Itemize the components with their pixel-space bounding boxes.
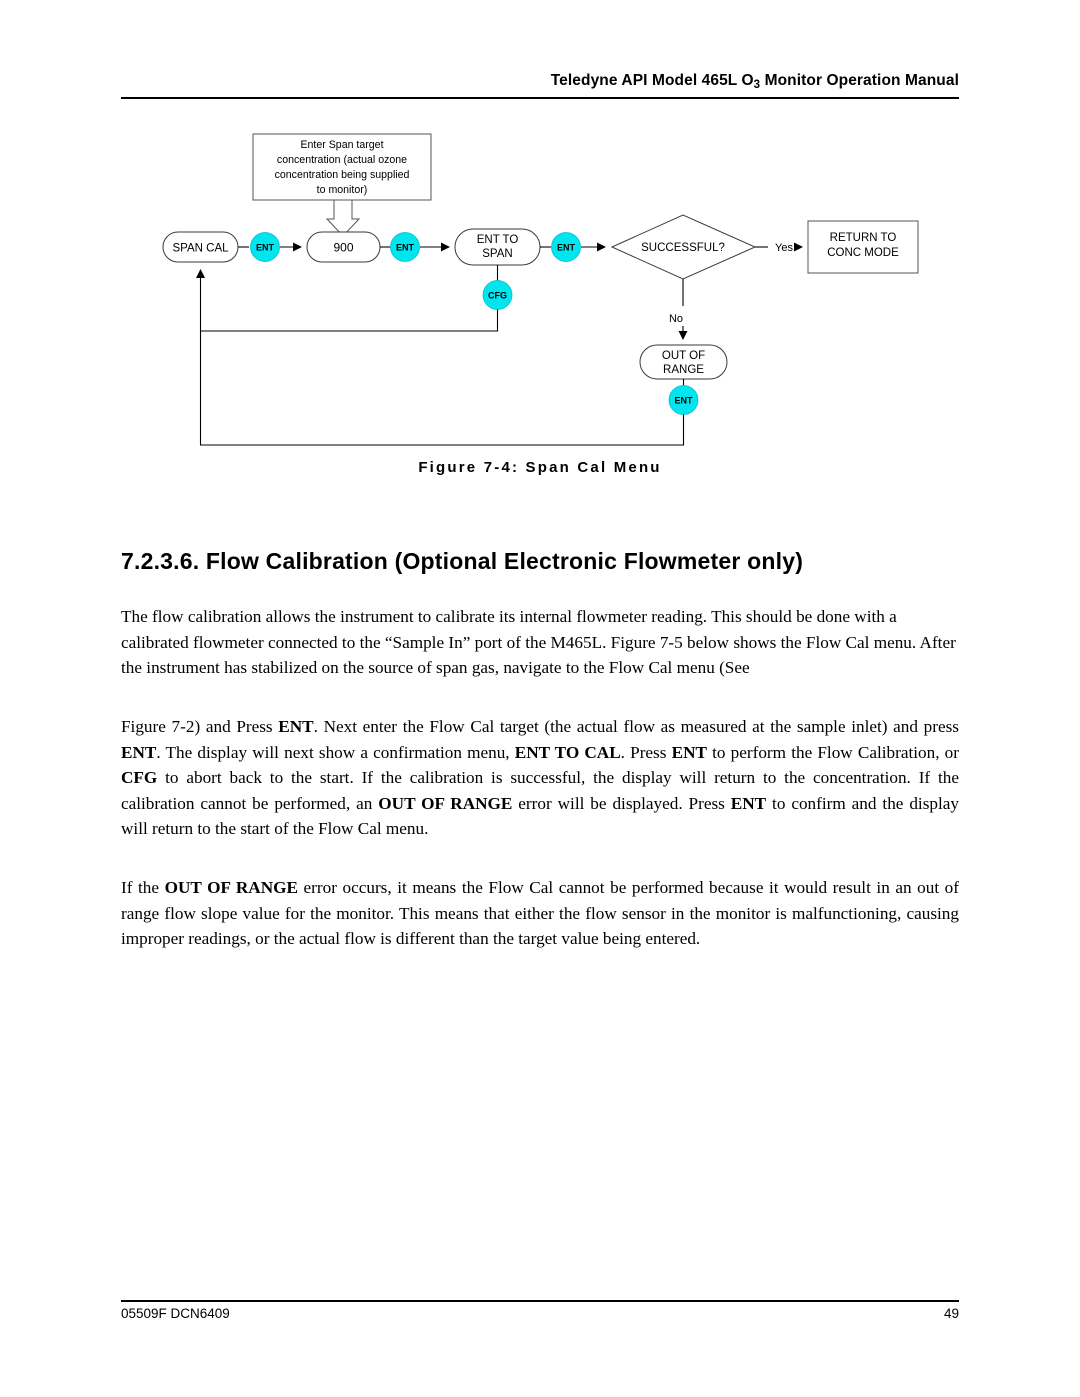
edge-cfg-loopback xyxy=(200,309,499,332)
p2-b3: ENT TO CAL xyxy=(514,742,621,762)
node-return-to-conc-mode: RETURN TO CONC MODE xyxy=(807,220,919,274)
paragraph-1-text: The flow calibration allows the instrume… xyxy=(121,607,956,678)
p2-b7: ENT xyxy=(730,793,767,813)
p2-t3: . The display will next show a confirmat… xyxy=(156,742,515,762)
p2-t1: Figure 7-2) and Press xyxy=(121,717,279,736)
node-return-to-conc-mode-line-1: RETURN TO xyxy=(830,232,897,244)
p2-b5: CFG xyxy=(121,768,158,788)
header-title: Teledyne API Model 465L O3 Monitor Opera… xyxy=(550,72,959,91)
key-ent-4: ENT xyxy=(668,385,699,415)
page-header: Teledyne API Model 465L O3 Monitor Opera… xyxy=(121,72,959,98)
edge-ent-loopback xyxy=(196,269,685,446)
edge-label-no: No xyxy=(669,313,683,325)
key-cfg-label: CFG xyxy=(488,291,507,301)
callout-block-arrow-icon xyxy=(325,199,361,237)
footer-divider xyxy=(121,1300,959,1302)
key-ent-2-label: ENT xyxy=(396,243,415,253)
node-successful-decision: SUCCESSFUL? xyxy=(610,214,757,280)
p2-b6: OUT OF RANGE xyxy=(378,793,513,813)
edge-label-yes: Yes xyxy=(775,242,793,254)
key-ent-2: ENT xyxy=(390,232,420,262)
p2-t5: to perform the Flow Calibration, or xyxy=(706,742,960,762)
node-span-target-value: 900 xyxy=(306,231,381,263)
key-ent-4-label: ENT xyxy=(675,396,694,406)
footer-page-number: 49 xyxy=(943,1306,959,1321)
node-span-cal: SPAN CAL xyxy=(162,231,239,263)
node-ent-to-span-line-1: ENT TO xyxy=(477,234,519,246)
node-span-cal-label: SPAN CAL xyxy=(172,243,229,255)
p2-b1: ENT xyxy=(278,717,314,736)
p2-b2: ENT xyxy=(121,742,157,762)
node-span-target-value-label: 900 xyxy=(333,241,353,255)
callout-line-3: concentration being supplied xyxy=(275,169,410,181)
span-cal-flowchart: Enter Span target concentration (actual … xyxy=(0,110,1080,455)
header-divider xyxy=(121,97,959,99)
footer-document-number: 05509F DCN6409 xyxy=(121,1306,230,1321)
callout-line-1: Enter Span target xyxy=(300,139,383,151)
document-page: Teledyne API Model 465L O3 Monitor Opera… xyxy=(0,0,1080,1397)
paragraph-out-of-range-explanation: If the OUT OF RANGE error occurs, it mea… xyxy=(121,875,959,952)
key-ent-3-label: ENT xyxy=(557,243,576,253)
p3-b1: OUT OF RANGE xyxy=(164,878,298,897)
p2-t4: . Press xyxy=(620,742,672,762)
key-cfg: CFG xyxy=(482,280,513,310)
page-footer: 05509F DCN6409 49 xyxy=(121,1306,959,1328)
node-successful-decision-label: SUCCESSFUL? xyxy=(641,242,725,254)
callout-line-2: concentration (actual ozone xyxy=(277,154,407,166)
header-title-after: Monitor Operation Manual xyxy=(760,72,959,89)
node-ent-to-span-line-2: SPAN xyxy=(482,248,512,260)
node-out-of-range-line-1: OUT OF xyxy=(662,350,705,362)
paragraph-flow-cal-procedure: Figure 7-2) and Press ENT. Next enter th… xyxy=(121,714,959,842)
figure-caption: Figure 7-4: Span Cal Menu xyxy=(418,459,662,476)
paragraph-flow-calibration-intro: The flow calibration allows the instrume… xyxy=(121,604,959,681)
p2-b4: ENT xyxy=(671,742,707,762)
key-ent-3: ENT xyxy=(551,232,581,262)
node-out-of-range-line-2: RANGE xyxy=(663,364,704,376)
p2-t2: . Next enter the Flow Cal target (the ac… xyxy=(313,717,959,736)
node-return-to-conc-mode-line-2: CONC MODE xyxy=(827,247,899,259)
callout-line-4: to monitor) xyxy=(317,184,368,196)
key-ent-1-label: ENT xyxy=(256,243,275,253)
header-title-before: Teledyne API Model 465L O xyxy=(550,72,754,89)
section-heading: 7.2.3.6. Flow Calibration (Optional Elec… xyxy=(121,548,804,574)
p2-t7: error will be displayed. Press xyxy=(512,793,731,813)
p3-t1: If the xyxy=(121,878,165,897)
node-ent-to-span: ENT TO SPAN xyxy=(454,228,541,266)
callout-box: Enter Span target concentration (actual … xyxy=(252,133,432,201)
key-ent-1: ENT xyxy=(250,232,280,262)
node-out-of-range: OUT OF RANGE xyxy=(639,344,728,380)
